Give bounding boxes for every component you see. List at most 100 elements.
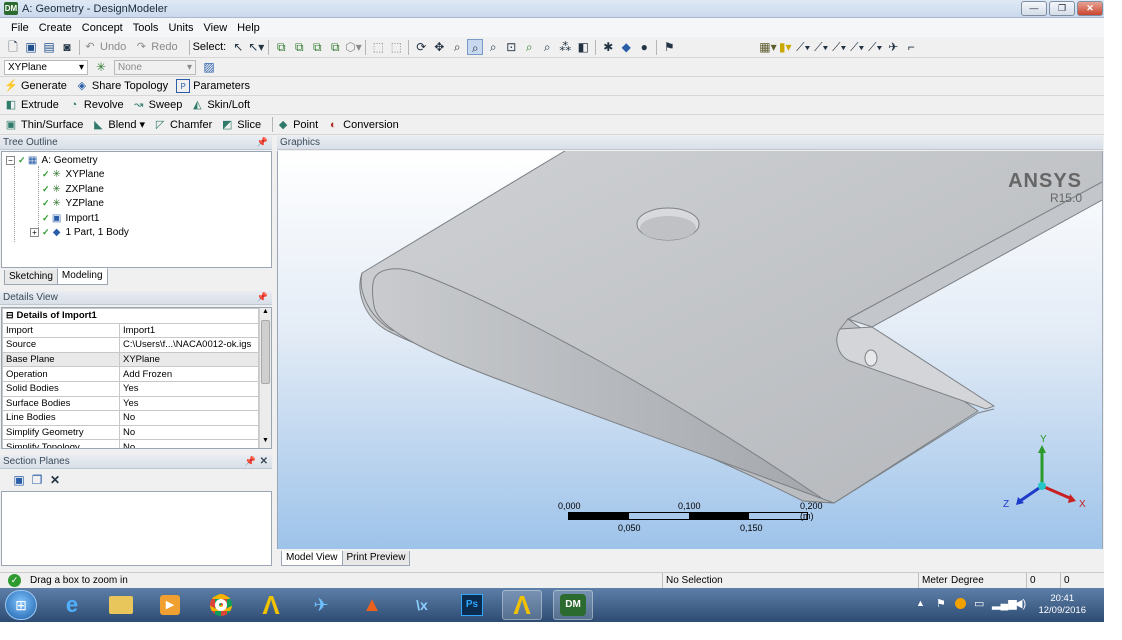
zoom-to-fit-icon[interactable]: ⌕ (485, 39, 501, 55)
details-row[interactable]: Solid Bodies Yes (2, 380, 259, 397)
expand-icon[interactable]: + (30, 227, 39, 237)
display-mode-icon[interactable]: ◆ (618, 39, 634, 55)
graphics-options-icon[interactable]: ▦▾ (759, 39, 776, 55)
select-cursor-icon[interactable]: ↖ (230, 39, 246, 55)
menu-create[interactable]: Create (34, 22, 77, 34)
skin-loft-button[interactable]: ◭ Skin/Loft (190, 98, 250, 112)
copy-section-plane-icon[interactable]: ❐ (29, 472, 45, 488)
minimize-button[interactable]: — (1021, 1, 1047, 16)
revolve-button[interactable]: ◔ Revolve (67, 98, 124, 112)
status-units-angle[interactable]: Degree (948, 573, 1026, 588)
extrude-button[interactable]: ◧ Extrude (4, 98, 59, 112)
zoom-out-icon[interactable]: ⌕ (539, 39, 555, 55)
taskbar-photoshop[interactable]: Ps (452, 590, 492, 620)
new-icon[interactable]: 🗋 (5, 39, 21, 55)
generate-button[interactable]: ⚡ Generate (4, 79, 67, 93)
display-point-icon[interactable]: ● (636, 39, 652, 55)
taskbar-ansys-workbench[interactable]: Λ (251, 590, 291, 620)
taskbar-app-bird[interactable]: ✈ (301, 590, 341, 620)
tab-sketching[interactable]: Sketching (4, 270, 58, 285)
start-button[interactable]: ⊞ (5, 590, 37, 620)
tab-model-view[interactable]: Model View (281, 551, 343, 566)
details-row[interactable]: Operation Add Frozen (2, 366, 259, 382)
active-sketch-combo[interactable]: None ▾ (114, 59, 196, 75)
tray-app-icon[interactable] (955, 598, 966, 609)
slice-button[interactable]: ◩ Slice (220, 118, 261, 132)
close-button[interactable]: ✕ (1077, 1, 1103, 16)
redo-button[interactable]: ↷ Redo (134, 40, 178, 54)
undo-button[interactable]: ↶ Undo (83, 40, 126, 54)
thin-surface-button[interactable]: ▣ Thin/Surface (4, 118, 84, 132)
details-row[interactable]: Base Plane XYPlane (2, 351, 259, 368)
scroll-thumb[interactable] (261, 320, 270, 384)
menu-concept[interactable]: Concept (77, 22, 128, 34)
tray-volume-icon[interactable]: ◀) (1014, 597, 1026, 610)
menu-units[interactable]: Units (163, 22, 198, 34)
conversion-button[interactable]: ◐ Conversion (326, 118, 399, 132)
details-scrollbar[interactable]: ▲ ▼ (259, 308, 271, 448)
details-row[interactable]: Surface Bodies Yes (2, 395, 259, 412)
edge-display-3-icon[interactable]: ⟋▾ (831, 39, 847, 55)
extend-selection-icon[interactable]: ⬡▾ (345, 39, 362, 55)
maximize-button[interactable]: ❐ (1049, 1, 1075, 16)
blend-button[interactable]: ◣ Blend ▾ (91, 118, 145, 132)
tree-item-parts[interactable]: + ✓ ◆ 1 Part, 1 Body (30, 225, 129, 239)
select-points-icon[interactable]: ⧉ (273, 39, 289, 55)
delete-icon[interactable]: ✕ (47, 472, 63, 488)
scroll-up-icon[interactable]: ▲ (260, 308, 271, 319)
select-edges-icon[interactable]: ⧉ (291, 39, 307, 55)
pan-icon[interactable]: ✥ (431, 39, 447, 55)
rotate-icon[interactable]: ⟳ (413, 39, 429, 55)
save-as-icon[interactable]: ▤ (41, 39, 57, 55)
pin-icon[interactable]: ✈ (885, 39, 901, 55)
isometric-icon[interactable]: ✱ (600, 39, 616, 55)
tray-monitor-icon[interactable]: ▭ (974, 597, 984, 610)
pin-icon[interactable]: 📌 (245, 455, 256, 468)
new-sketch-icon[interactable]: ▨ (201, 59, 217, 75)
tree-item-xyplane[interactable]: ✓ ✳ XYPlane (42, 167, 104, 181)
edge-display-2-icon[interactable]: ⟋▾ (813, 39, 829, 55)
menu-view[interactable]: View (199, 22, 233, 34)
taskbar-media-player[interactable]: ▶ (150, 590, 190, 620)
sweep-button[interactable]: ↝ Sweep (132, 98, 182, 112)
select-bodies-icon[interactable]: ⧉ (327, 39, 343, 55)
tree-item-zxplane[interactable]: ✓ ✳ ZXPlane (42, 182, 104, 196)
active-plane-combo[interactable]: XYPlane ▾ (4, 59, 88, 75)
menu-tools[interactable]: Tools (128, 22, 164, 34)
zoom-icon[interactable]: ⌕ (449, 39, 465, 55)
screenshot-icon[interactable]: ◙ (59, 39, 75, 55)
save-icon[interactable]: ▣ (23, 39, 39, 55)
tray-flag-icon[interactable]: ⚑ (936, 597, 946, 610)
taskbar-file-explorer[interactable] (101, 590, 141, 620)
tree-item-root[interactable]: − ✓ ▦ A: Geometry (6, 153, 98, 167)
new-plane-icon[interactable]: ✳ (93, 59, 109, 75)
tree-item-import1[interactable]: ✓ ▣ Import1 (42, 211, 99, 225)
tree-item-yzplane[interactable]: ✓ ✳ YZPlane (42, 196, 104, 210)
details-row[interactable]: Import Import1 (2, 322, 259, 339)
parameters-button[interactable]: P Parameters (176, 79, 250, 93)
menu-help[interactable]: Help (232, 22, 265, 34)
magnifier-icon[interactable]: ⊡ (503, 39, 519, 55)
pin-icon[interactable]: 📌 (257, 136, 268, 149)
taskbar-chrome[interactable] (201, 590, 241, 620)
tray-network-icon[interactable]: ▂▄▆ (992, 597, 1017, 610)
details-row[interactable]: Source C:\Users\f...\NACA0012-ok.igs (2, 337, 259, 353)
menu-file[interactable]: File (6, 22, 34, 34)
point-button[interactable]: ◆ Point (276, 118, 318, 132)
zoom-in-icon[interactable]: ⌕ (521, 39, 537, 55)
tab-modeling[interactable]: Modeling (56, 268, 108, 285)
display-plane-icon[interactable]: ⚑ (661, 39, 677, 55)
edge-display-4-icon[interactable]: ⟋▾ (849, 39, 865, 55)
edge-display-5-icon[interactable]: ⟋▾ (867, 39, 883, 55)
taskbar-ansys-workbench-active[interactable]: Λ (502, 590, 542, 620)
pin-icon[interactable]: 📌 (257, 291, 268, 304)
share-topology-button[interactable]: ◈ Share Topology (75, 79, 168, 93)
tab-print-preview[interactable]: Print Preview (341, 551, 411, 566)
box-select-2-icon[interactable]: ⬚ (388, 39, 404, 55)
edge-display-1-icon[interactable]: ⟋▾ (795, 39, 811, 55)
taskbar-app-wx[interactable]: \x (402, 590, 442, 620)
graphics-viewport[interactable]: ANSYS R15.0 0,000 0,100 0,200 (m) 0,050 … (277, 151, 1103, 549)
tray-arrow-icon[interactable]: ▲ (916, 598, 925, 608)
taskbar-clock[interactable]: 20:41 12/09/2016 (1038, 593, 1086, 617)
details-row[interactable]: Simplify Geometry No (2, 424, 259, 441)
